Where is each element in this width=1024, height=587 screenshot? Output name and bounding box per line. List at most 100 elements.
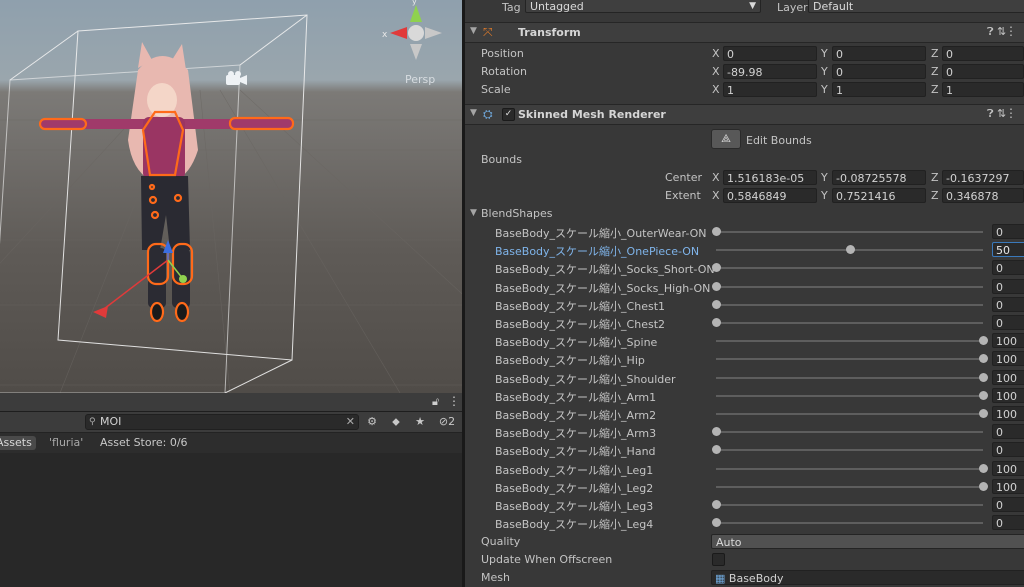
blendshape-slider-knob[interactable] [979,373,988,382]
blendshape-slider-knob[interactable] [712,282,721,291]
blendshape-slider[interactable] [716,431,983,433]
blendshape-slider-knob[interactable] [712,500,721,509]
tag-dropdown[interactable]: Untagged ▼ [525,0,761,13]
blendshape-slider[interactable] [716,395,983,397]
blendshape-slider-knob[interactable] [712,445,721,454]
skinned-mesh-renderer-header[interactable]: ▼ ⛭ ✓ Skinned Mesh Renderer ❓︎ ⇅ ⋮ [465,104,1024,125]
position-x-field[interactable]: 0 [723,46,817,61]
blendshape-value-field[interactable]: 0 [992,442,1024,457]
center-y-field[interactable]: -0.08725578 [832,170,926,185]
blendshape-value-field[interactable]: 0 [992,315,1024,330]
help-icon[interactable]: ❓︎ [987,107,994,121]
position-z-field[interactable]: 0 [942,46,1024,61]
blendshape-slider-knob[interactable] [979,409,988,418]
blendshape-value-field[interactable]: 0 [992,279,1024,294]
blendshape-value-field[interactable]: 100 [992,370,1024,385]
scale-y-field[interactable]: 1 [832,82,926,97]
layer-dropdown[interactable]: Default [808,0,1024,13]
blendshape-slider[interactable] [716,304,983,306]
favorite-icon[interactable]: ★ [410,414,430,430]
blendshape-value-field[interactable]: 100 [992,333,1024,348]
blendshape-value-field[interactable]: 0 [992,224,1024,239]
mesh-field[interactable]: ▦ BaseBody [711,570,1024,585]
search-by-type-icon[interactable]: ⚙︎ [362,414,382,430]
blendshape-row: BaseBody_スケール縮小_Leg1 100 [465,460,1024,478]
update-offscreen-checkbox[interactable] [712,553,725,566]
edit-bounds-button[interactable]: ⟁ [711,129,741,149]
scale-x-field[interactable]: 1 [723,82,817,97]
blendshape-value-field[interactable]: 100 [992,461,1024,476]
hidden-packages-icon[interactable]: ⊘2 [434,414,460,430]
component-menu-icon[interactable]: ⋮ [1005,106,1017,120]
blendshape-slider[interactable] [716,468,983,470]
blendshape-slider-knob[interactable] [979,482,988,491]
blendshape-slider[interactable] [716,449,983,451]
blendshape-slider[interactable] [716,340,983,342]
blendshape-value-field[interactable]: 50 [992,242,1024,257]
help-icon[interactable]: ❓︎ [987,25,994,39]
blendshape-slider[interactable] [716,522,983,524]
center-z-field[interactable]: -0.1637297 [942,170,1024,185]
blendshape-value-field[interactable]: 100 [992,388,1024,403]
blendshape-slider-knob[interactable] [712,300,721,309]
blendshape-value-field[interactable]: 0 [992,424,1024,439]
blendshape-slider-knob[interactable] [712,427,721,436]
blendshape-slider[interactable] [716,377,983,379]
rotation-x-field[interactable]: -89.98 [723,64,817,79]
panel-menu-icon[interactable]: ⋮ [448,394,460,408]
blendshape-slider[interactable] [716,358,983,360]
scene-canvas[interactable]: x y [0,0,462,393]
search-by-label-icon[interactable]: ⬥ [386,414,406,430]
axis-x: X [712,65,720,78]
center-x-field[interactable]: 1.516183e-05 [723,170,817,185]
rotation-z-field[interactable]: 0 [942,64,1024,79]
blendshapes-foldout[interactable]: ▼ BlendShapes [465,205,1024,223]
blendshape-slider[interactable] [716,413,983,415]
quality-dropdown[interactable]: Auto [711,534,1024,549]
blendshape-value-field[interactable]: 100 [992,479,1024,494]
expand-triangle-icon[interactable]: ▼ [470,26,477,36]
blendshape-slider-knob[interactable] [845,245,855,254]
projection-label[interactable]: Persp [405,73,435,86]
transform-header[interactable]: ▼ ⤧ Transform ❓︎ ⇅ ⋮ [465,22,1024,43]
blendshape-value-field[interactable]: 100 [992,406,1024,421]
breadcrumb-folder[interactable]: 'fluria' [45,436,87,450]
expand-triangle-icon[interactable]: ▼ [470,108,477,118]
search-input[interactable]: ⚲ MOI ✕ [85,414,359,430]
blendshape-slider-knob[interactable] [979,464,988,473]
expand-triangle-icon[interactable]: ▼ [470,208,477,218]
blendshape-slider[interactable] [716,231,983,233]
blendshape-value-field[interactable]: 0 [992,297,1024,312]
component-menu-icon[interactable]: ⋮ [1005,24,1017,38]
extent-z-field[interactable]: 0.346878 [942,188,1024,203]
blendshape-slider-knob[interactable] [979,336,988,345]
position-y-field[interactable]: 0 [832,46,926,61]
breadcrumb-assets[interactable]: Assets [0,436,36,450]
blendshape-slider[interactable] [716,486,983,488]
clear-search-icon[interactable]: ✕ [346,415,355,429]
blendshape-slider[interactable] [716,322,983,324]
extent-x-field[interactable]: 0.5846849 [723,188,817,203]
scene-view[interactable]: x y Persp [0,0,462,393]
blendshape-slider[interactable] [716,267,983,269]
scale-z-field[interactable]: 1 [942,82,1024,97]
blendshape-value-field[interactable]: 0 [992,497,1024,512]
blendshape-slider-knob[interactable] [979,391,988,400]
blendshape-slider[interactable] [716,286,983,288]
svg-text:x: x [382,30,388,40]
blendshape-slider-knob[interactable] [979,354,988,363]
blendshape-slider-knob[interactable] [712,518,721,527]
lock-icon[interactable]: 🔓︎ [432,395,439,409]
blendshape-slider[interactable] [716,504,983,506]
blendshape-slider-knob[interactable] [712,318,721,327]
blendshape-value-field[interactable]: 0 [992,260,1024,275]
rotation-y-field[interactable]: 0 [832,64,926,79]
extent-y-field[interactable]: 0.7521416 [832,188,926,203]
blendshape-label: BaseBody_スケール縮小_OnePiece-ON [495,245,700,258]
blendshape-value-field[interactable]: 0 [992,515,1024,530]
blendshape-slider-knob[interactable] [712,227,721,236]
asset-store-count[interactable]: Asset Store: 0/6 [96,436,192,450]
component-enabled-checkbox[interactable]: ✓ [502,108,515,121]
blendshape-slider-knob[interactable] [712,263,721,272]
blendshape-value-field[interactable]: 100 [992,351,1024,366]
